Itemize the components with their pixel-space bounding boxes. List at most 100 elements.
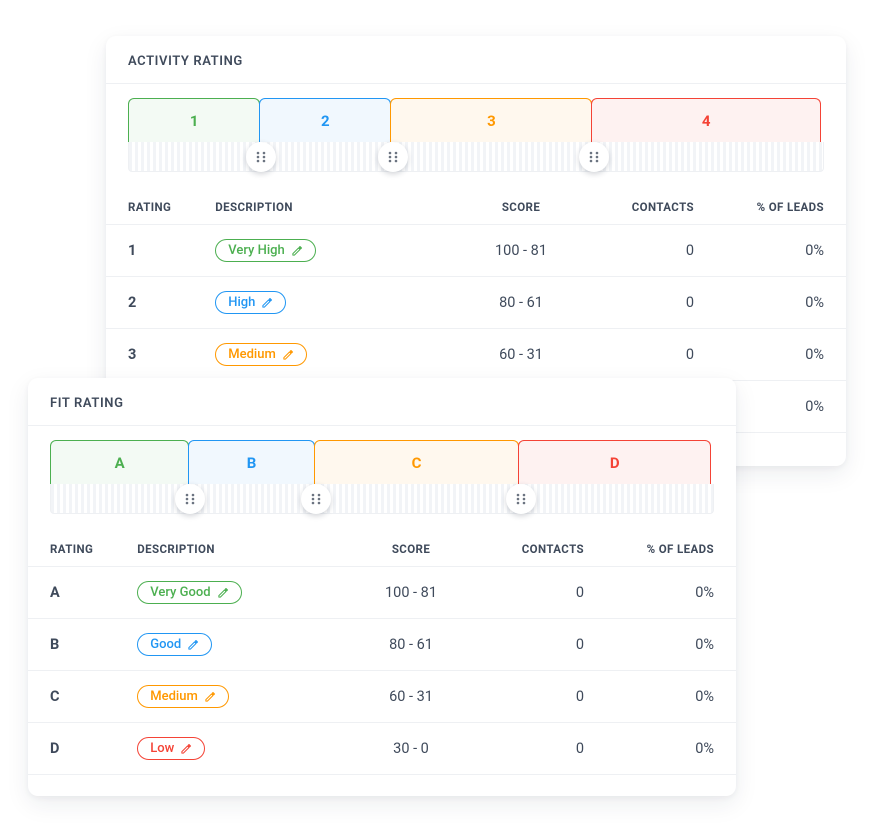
pill-label: Good [150, 637, 181, 652]
grip-icon [514, 492, 528, 506]
pill-label: Very Good [150, 585, 210, 600]
segment-label: 3 [487, 112, 496, 130]
score-cell: 30 - 0 [336, 723, 486, 775]
fit-segments-area: A B C D [28, 426, 736, 514]
edit-description-pill[interactable]: Very Good [137, 581, 241, 604]
fit-segment-b[interactable]: B [188, 440, 314, 484]
fit-slider-handle[interactable] [301, 484, 331, 514]
fit-segment-c[interactable]: C [314, 440, 520, 484]
grip-icon [309, 492, 323, 506]
activity-segment-3[interactable]: 3 [390, 98, 592, 142]
grip-icon [587, 150, 601, 164]
rating-cell: 1 [106, 225, 193, 277]
contacts-cell: 0 [486, 567, 606, 619]
activity-slider-handle[interactable] [579, 142, 609, 172]
col-header-score: SCORE [446, 190, 596, 225]
pencil-icon [187, 639, 199, 651]
col-header-score: SCORE [336, 532, 486, 567]
fit-table: RATING DESCRIPTION SCORE CONTACTS % OF L… [28, 532, 736, 775]
pencil-icon [261, 297, 273, 309]
edit-description-pill[interactable]: High [215, 291, 286, 314]
edit-description-pill[interactable]: Medium [137, 685, 229, 708]
table-row: 2 High 80 - 6100% [106, 277, 846, 329]
activity-segments-area: 1 2 3 4 [106, 84, 846, 172]
segment-label: 1 [190, 112, 199, 130]
score-cell: 80 - 61 [336, 619, 486, 671]
pill-label: Medium [228, 347, 276, 362]
pencil-icon [217, 587, 229, 599]
col-header-rating: RATING [106, 190, 193, 225]
edit-description-pill[interactable]: Low [137, 737, 205, 760]
pencil-icon [291, 245, 303, 257]
col-header-rating: RATING [28, 532, 115, 567]
contacts-cell: 0 [486, 723, 606, 775]
leads-pct-cell: 0% [606, 723, 736, 775]
contacts-cell: 0 [596, 277, 716, 329]
table-row: 3Medium60 - 3100% [106, 329, 846, 381]
col-header-contacts: CONTACTS [596, 190, 716, 225]
rating-cell: 2 [106, 277, 193, 329]
contacts-cell: 0 [486, 671, 606, 723]
segment-label: B [247, 454, 257, 472]
score-cell: 60 - 31 [336, 671, 486, 723]
fit-segment-d[interactable]: D [518, 440, 711, 484]
col-header-leads: % OF LEADS [606, 532, 736, 567]
segment-label: C [412, 454, 422, 472]
col-header-contacts: CONTACTS [486, 532, 606, 567]
activity-segment-2[interactable]: 2 [259, 98, 391, 142]
table-row: 1Very High100 - 8100% [106, 225, 846, 277]
leads-pct-cell: 0% [716, 329, 846, 381]
col-header-leads: % OF LEADS [716, 190, 846, 225]
fit-segment-bar: A B C D [50, 440, 714, 484]
fit-slider-handle[interactable] [506, 484, 536, 514]
rating-cell: C [28, 671, 115, 723]
fit-slider-handle[interactable] [175, 484, 205, 514]
leads-pct-cell: 0% [716, 277, 846, 329]
score-cell: 100 - 81 [336, 567, 486, 619]
rating-cell: D [28, 723, 115, 775]
col-header-desc: DESCRIPTION [193, 190, 446, 225]
activity-slider-handle[interactable] [378, 142, 408, 172]
pill-label: Low [150, 741, 174, 756]
table-row: D Low 30 - 000% [28, 723, 736, 775]
edit-description-pill[interactable]: Good [137, 633, 212, 656]
segment-label: 4 [702, 112, 711, 130]
pencil-icon [180, 743, 192, 755]
activity-slider-track [128, 142, 824, 172]
pill-label: Medium [150, 689, 198, 704]
segment-label: A [115, 454, 125, 472]
grip-icon [386, 150, 400, 164]
table-row: B Good 80 - 6100% [28, 619, 736, 671]
table-row: C Medium 60 - 3100% [28, 671, 736, 723]
score-cell: 80 - 61 [446, 277, 596, 329]
description-cell: Medium [193, 329, 446, 381]
leads-pct-cell: 0% [716, 225, 846, 277]
col-header-desc: DESCRIPTION [115, 532, 336, 567]
contacts-cell: 0 [486, 619, 606, 671]
fit-slider-track [50, 484, 714, 514]
table-row: A Very Good 100 - 8100% [28, 567, 736, 619]
edit-description-pill[interactable]: Medium [215, 343, 307, 366]
fit-segment-a[interactable]: A [50, 440, 189, 484]
pill-label: Very High [228, 243, 285, 258]
activity-segment-4[interactable]: 4 [591, 98, 821, 142]
leads-pct-cell: 0% [606, 567, 736, 619]
pencil-icon [204, 691, 216, 703]
segment-label: D [610, 454, 620, 472]
score-cell: 100 - 81 [446, 225, 596, 277]
leads-pct-cell: 0% [606, 619, 736, 671]
description-cell: Good [115, 619, 336, 671]
description-cell: Very Good [115, 567, 336, 619]
rating-cell: 3 [106, 329, 193, 381]
fit-rating-card: FIT RATING ABCD RATING DESCRIPTION SCORE… [28, 378, 736, 796]
activity-slider-handle[interactable] [246, 142, 276, 172]
leads-pct-cell: 0% [606, 671, 736, 723]
rating-cell: B [28, 619, 115, 671]
edit-description-pill[interactable]: Very High [215, 239, 316, 262]
score-cell: 60 - 31 [446, 329, 596, 381]
fit-card-title: FIT RATING [28, 378, 736, 425]
description-cell: Medium [115, 671, 336, 723]
description-cell: High [193, 277, 446, 329]
rating-cell: A [28, 567, 115, 619]
activity-segment-1[interactable]: 1 [128, 98, 260, 142]
